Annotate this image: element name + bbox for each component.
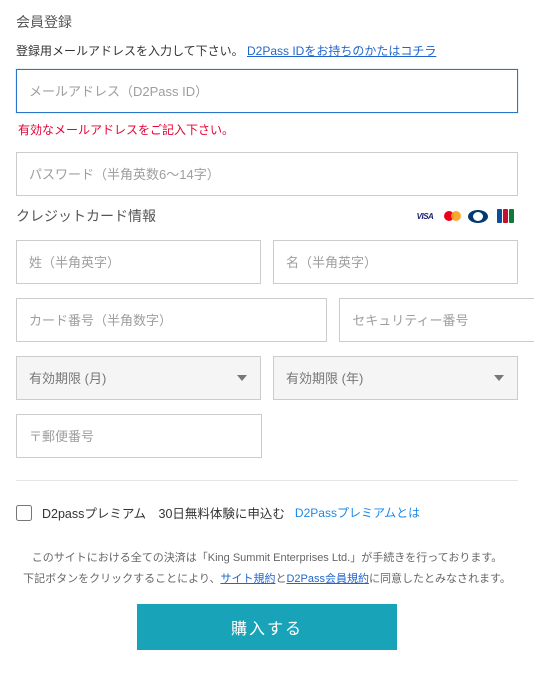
last-name-field[interactable] — [16, 240, 261, 284]
footer-line2-pre: 下記ボタンをクリックすることにより、 — [23, 573, 220, 585]
cvv-field[interactable] — [340, 299, 534, 341]
email-field[interactable] — [16, 69, 518, 113]
accepted-cards: VISA — [412, 208, 518, 224]
postal-code-field[interactable] — [16, 414, 262, 458]
footer-line2-mid: と — [275, 573, 286, 585]
email-error-message: 有効なメールアドレスをご記入下さい。 — [18, 121, 518, 138]
premium-row: D2passプレミアム 30日無料体験に申込む D2Passプレミアムとは — [16, 503, 518, 522]
subtitle-line: 登録用メールアドレスを入力して下さい。 D2Pass IDをお持ちのかたはコチラ — [16, 42, 518, 59]
cc-section-title: クレジットカード情報 — [16, 206, 156, 226]
exp-month-select[interactable]: 有効期限 (月) — [16, 356, 261, 400]
cvv-wrapper: ? — [339, 298, 534, 342]
mastercard-icon — [442, 208, 464, 224]
footer-disclaimer: このサイトにおける全ての決済は「King Summit Enterprises … — [16, 548, 518, 590]
d2pass-terms-link[interactable]: D2Pass会員規約 — [286, 573, 369, 585]
divider — [16, 480, 518, 481]
jcb-icon — [492, 208, 518, 224]
visa-icon: VISA — [412, 208, 438, 224]
footer-line2-post: に同意したとみなされます。 — [369, 573, 511, 585]
page-title: 会員登録 — [16, 12, 518, 32]
footer-line1: このサイトにおける全ての決済は「King Summit Enterprises … — [32, 552, 502, 564]
site-terms-link[interactable]: サイト規約 — [220, 573, 275, 585]
exp-year-select[interactable]: 有効期限 (年) — [273, 356, 518, 400]
diners-icon — [468, 210, 488, 223]
premium-info-link[interactable]: D2Passプレミアムとは — [295, 504, 420, 521]
premium-checkbox-label: D2passプレミアム 30日無料体験に申込む — [42, 503, 285, 522]
premium-checkbox[interactable] — [16, 505, 32, 521]
subtitle-text: 登録用メールアドレスを入力して下さい。 — [16, 44, 244, 58]
password-field[interactable] — [16, 152, 518, 196]
card-number-field[interactable] — [16, 298, 327, 342]
first-name-field[interactable] — [273, 240, 518, 284]
purchase-button[interactable]: 購入する — [137, 604, 397, 650]
d2pass-existing-link[interactable]: D2Pass IDをお持ちのかたはコチラ — [247, 44, 436, 58]
